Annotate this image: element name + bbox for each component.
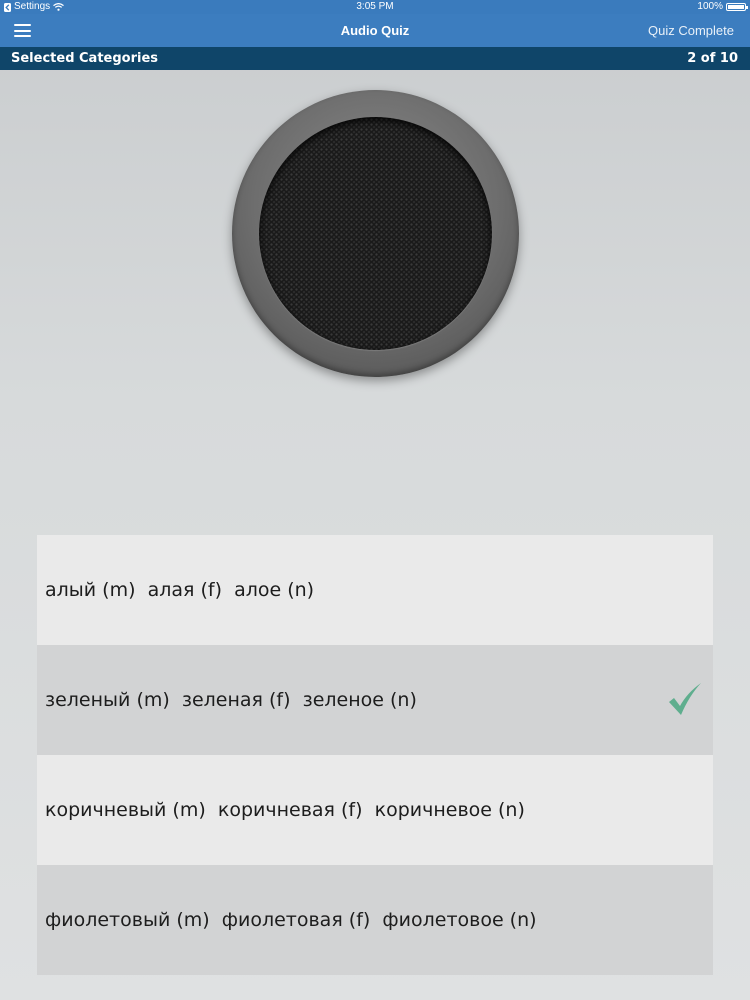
- answer-label: фиолетовый (m) фиолетовая (f) фиолетовое…: [45, 909, 537, 931]
- answer-list: алый (m) алая (f) алое (n) зеленый (m) з…: [37, 535, 713, 975]
- quiz-complete-button[interactable]: Quiz Complete: [648, 14, 734, 47]
- answer-option-2[interactable]: зеленый (m) зеленая (f) зеленое (n): [37, 645, 713, 755]
- quiz-progress: 2 of 10: [687, 51, 738, 66]
- hamburger-menu-icon[interactable]: [14, 24, 31, 37]
- category-title: Selected Categories: [11, 51, 159, 66]
- battery-status: 100%: [697, 0, 748, 14]
- category-bar: Selected Categories 2 of 10: [0, 47, 750, 70]
- battery-percent: 100%: [697, 1, 723, 12]
- answer-option-3[interactable]: коричневый (m) коричневая (f) коричневое…: [37, 755, 713, 865]
- answer-label: зеленый (m) зеленая (f) зеленое (n): [45, 689, 417, 711]
- page-title: Audio Quiz: [340, 23, 410, 38]
- speaker-grille: [259, 117, 492, 350]
- status-time: 3:05 PM: [356, 1, 394, 12]
- check-mark-icon: [669, 683, 701, 715]
- answer-option-1[interactable]: алый (m) алая (f) алое (n): [37, 535, 713, 645]
- navigation-bar: Audio Quiz Quiz Complete: [0, 14, 750, 47]
- answer-label: коричневый (m) коричневая (f) коричневое…: [45, 799, 525, 821]
- speaker-icon[interactable]: [232, 90, 519, 377]
- battery-icon: [726, 3, 748, 11]
- status-bar: Settings 3:05 PM 100%: [0, 0, 750, 14]
- answer-option-4[interactable]: фиолетовый (m) фиолетовая (f) фиолетовое…: [37, 865, 713, 975]
- answer-label: алый (m) алая (f) алое (n): [45, 579, 315, 601]
